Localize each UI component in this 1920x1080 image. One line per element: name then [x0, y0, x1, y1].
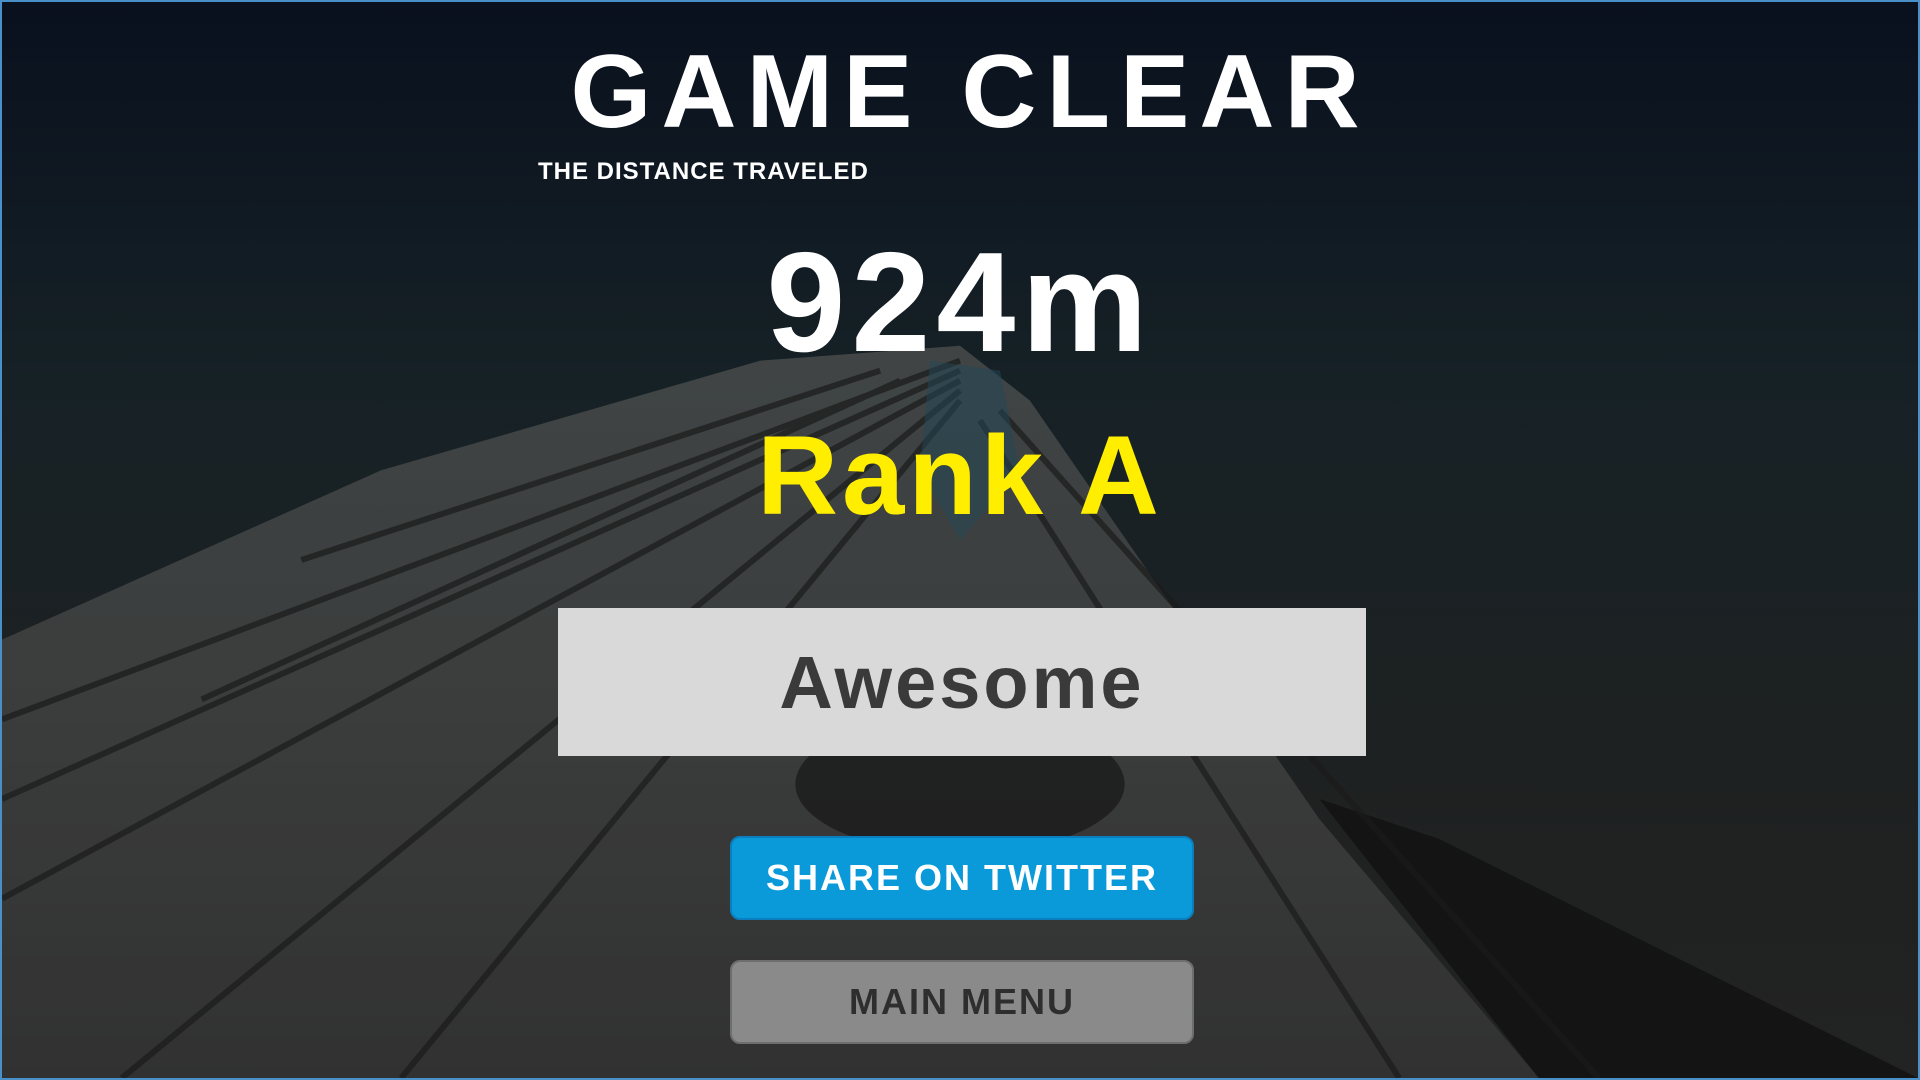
distance-value: 924m — [766, 223, 1154, 382]
rank-label: Rank A — [757, 413, 1163, 538]
rating-comment-box: Awesome — [558, 608, 1366, 756]
rating-comment: Awesome — [779, 640, 1145, 724]
main-menu-button[interactable]: MAIN MENU — [730, 960, 1194, 1044]
game-clear-screen: GAME CLEAR THE DISTANCE TRAVELED 924m Ra… — [0, 0, 1920, 1080]
share-button-label: SHARE ON TWITTER — [766, 857, 1158, 898]
share-on-twitter-button[interactable]: SHARE ON TWITTER — [730, 836, 1194, 920]
game-clear-title: GAME CLEAR — [570, 34, 1370, 150]
distance-subtitle: THE DISTANCE TRAVELED — [538, 158, 869, 185]
main-menu-button-label: MAIN MENU — [849, 981, 1075, 1022]
